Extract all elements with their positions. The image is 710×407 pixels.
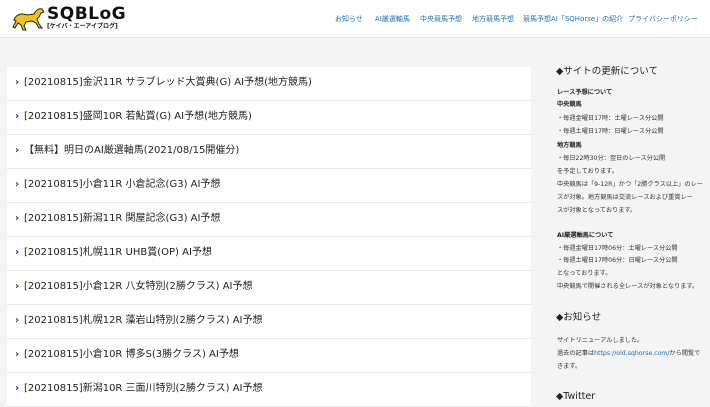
sidebar-news-title: ◆お知らせ [556,312,602,323]
logo-title: SQBLoG [47,4,127,24]
sidebar-local-line: ・毎日22時30分：翌日のレース分公開 [557,155,666,162]
post-item[interactable]: › [20210815]札幌12R 藻岩山特別(2勝クラス) AI予想 [7,305,531,339]
sidebar-note-line: スが対象。地方競馬は交流レースおよび重賞レー [557,194,693,201]
post-item[interactable]: › 【無料】明日のAI厳選軸馬(2021/08/15開催分) [7,135,531,169]
horse-logo-icon [12,8,45,31]
sidebar-ai-line: ・毎週金曜日17時06分：土曜レース分公開 [557,245,678,252]
site-header: SQBLoG [ケイバ・エーアイブログ] お知らせ AI厳選軸馬 中央競馬予想 … [0,0,710,38]
old-site-link[interactable]: https://old.sqhorse.com/ [594,350,669,357]
post-title[interactable]: [20210815]新潟10R 三面川特別(2勝クラス) AI予想 [24,383,263,395]
logo-subtitle: [ケイバ・エーアイブログ] [47,23,118,30]
post-title[interactable]: [20210815]小倉12R 八女特別(2勝クラス) AI予想 [24,281,253,293]
post-title[interactable]: [20210815]新潟11R 関屋記念(G3) AI予想 [24,213,220,225]
post-item[interactable]: › [20210815]盛岡10R 若鮎賞(G) AI予想(地方競馬) [7,101,531,135]
nav-news[interactable]: お知らせ [335,14,363,24]
sidebar-news-line: きます。 [557,363,582,370]
post-title[interactable]: [20210815]小倉11R 小倉記念(G3) AI予想 [24,179,220,191]
post-list: › [20210815]金沢11R サラブレッド大賞典(G) AI予想(地方競馬… [7,67,531,407]
nav-central-racing[interactable]: 中央競馬予想 [420,14,462,24]
sidebar-note-line: 中央競馬は「9-12R」かつ「2勝クラス以上」のレー [557,181,703,188]
sidebar-ai-line: ・毎週土曜日17時06分：日曜レース分公開 [557,257,678,264]
sidebar-plan-text: を予定しております。 [557,168,618,175]
sidebar-central-heading: 中央競馬 [557,101,582,108]
nav-ai-axis-horse[interactable]: AI厳選軸馬 [375,14,410,24]
post-title[interactable]: [20210815]金沢11R サラブレッド大賞典(G) AI予想(地方競馬) [24,77,312,89]
post-item[interactable]: › [20210815]新潟10R 三面川特別(2勝クラス) AI予想 [7,373,531,407]
sidebar-ai-line: となっております。 [557,270,612,277]
sidebar-ai-heading: AI厳選軸馬について [557,232,614,239]
sidebar-news-line: サイトリニューアルしました。 [557,337,644,344]
sidebar-news-post: から閲覧で [669,350,701,357]
sidebar-race-heading: レース予想について [557,89,613,96]
nav-privacy-policy[interactable]: プライバシーポリシー [628,14,698,24]
post-title[interactable]: [20210815]盛岡10R 若鮎賞(G) AI予想(地方競馬) [24,111,252,123]
sidebar-news-pre: 過去の記事は [557,350,595,357]
sidebar-ai-line: 中央競馬で開催される全レースが対象となります。 [557,283,699,290]
post-item[interactable]: › [20210815]札幌11R UHB賞(OP) AI予想 [7,237,531,271]
sidebar-note-line: スが対象となっております。 [557,207,637,214]
nav-local-racing[interactable]: 地方競馬予想 [472,14,514,24]
post-item[interactable]: › [20210815]金沢11R サラブレッド大賞典(G) AI予想(地方競馬… [7,67,531,101]
post-item[interactable]: › [20210815]小倉11R 小倉記念(G3) AI予想 [7,169,531,203]
sidebar-twitter-title: ◆Twitter [556,391,596,402]
sidebar-update-title: ◆サイトの更新について [556,66,659,77]
post-title[interactable]: [20210815]札幌11R UHB賞(OP) AI予想 [24,247,212,259]
sidebar-central-line: ・毎週土曜日17時：日曜レース分公開 [557,128,664,135]
post-item[interactable]: › [20210815]新潟11R 関屋記念(G3) AI予想 [7,203,531,237]
post-title[interactable]: 【無料】明日のAI厳選軸馬(2021/08/15開催分) [24,145,239,157]
nav-sqhorse-intro[interactable]: 競馬予想AI「SQHorse」の紹介 [523,14,623,24]
post-item[interactable]: › [20210815]小倉12R 八女特別(2勝クラス) AI予想 [7,271,531,305]
sidebar-central-line: ・毎週金曜日17時：土曜レース分公開 [557,115,664,122]
sidebar-local-heading: 地方競馬 [557,142,582,149]
sidebar-news-line: 過去の記事はhttps://old.sqhorse.com/から閲覧で [557,350,700,358]
post-item[interactable]: › [20210815]小倉10R 博多S(3勝クラス) AI予想 [7,339,531,373]
post-title[interactable]: [20210815]小倉10R 博多S(3勝クラス) AI予想 [24,349,239,361]
site-logo[interactable]: SQBLoG [ケイバ・エーアイブログ] [12,4,142,32]
post-title[interactable]: [20210815]札幌12R 藻岩山特別(2勝クラス) AI予想 [24,315,263,327]
